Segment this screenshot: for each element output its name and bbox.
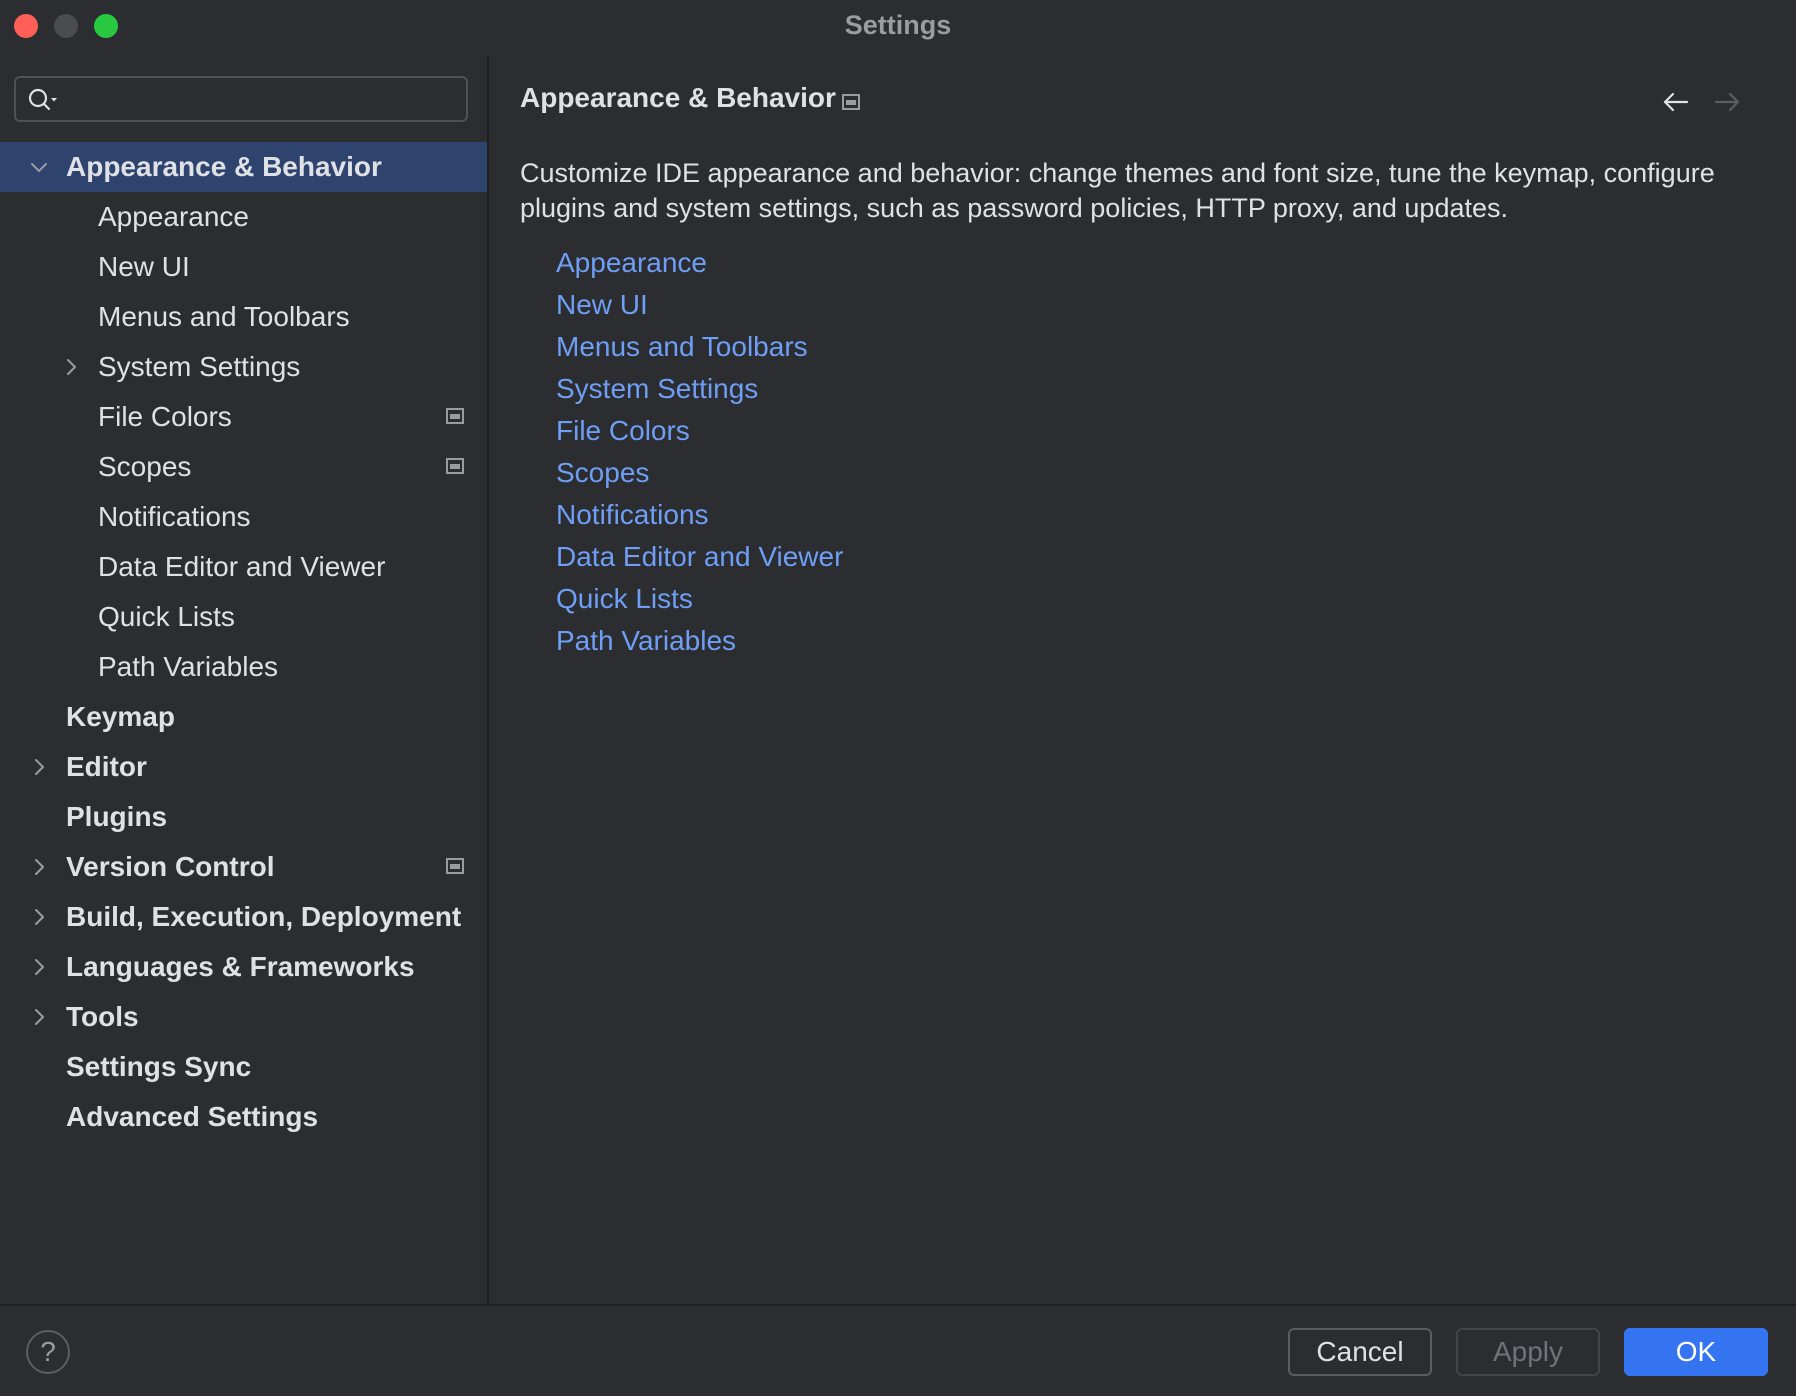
- tree-item-label: New UI: [98, 251, 190, 282]
- tree-item[interactable]: Version Control: [0, 842, 487, 892]
- subsection-link[interactable]: Quick Lists: [556, 578, 843, 620]
- tree-item-label: Advanced Settings: [66, 1101, 319, 1132]
- tree-item[interactable]: Plugins: [0, 792, 487, 842]
- chevron-down-icon[interactable]: [29, 157, 49, 177]
- tree-item-label: Editor: [66, 751, 147, 782]
- subsection-link[interactable]: Menus and Toolbars: [556, 326, 843, 368]
- tree-item[interactable]: Scopes: [0, 442, 487, 492]
- apply-button[interactable]: Apply: [1456, 1328, 1600, 1376]
- subsection-link[interactable]: New UI: [556, 284, 843, 326]
- tree-item-label: Appearance & Behavior: [66, 151, 382, 182]
- tree-item-label: Build, Execution, Deployment: [66, 901, 462, 932]
- chevron-right-icon[interactable]: [29, 1007, 49, 1027]
- forward-arrow-icon[interactable]: [1712, 90, 1742, 114]
- tree-item[interactable]: Appearance: [0, 192, 487, 242]
- tree-item[interactable]: Build, Execution, Deployment: [0, 892, 487, 942]
- tree-item-label: Settings Sync: [66, 1051, 252, 1082]
- project-scope-icon: [446, 858, 464, 874]
- settings-tree: Appearance & Behavior Appearance New UI Men…: [0, 142, 487, 1142]
- tree-item-label: Version Control: [66, 851, 275, 882]
- project-scope-icon: [842, 94, 860, 110]
- tree-item-label: Appearance: [98, 201, 250, 232]
- page-title: Appearance & Behavior: [520, 82, 836, 113]
- chevron-right-icon[interactable]: [61, 357, 81, 377]
- subsection-link[interactable]: Notifications: [556, 494, 843, 536]
- tree-item-label: Keymap: [66, 701, 175, 732]
- subsection-link[interactable]: Path Variables: [556, 620, 843, 662]
- window-title: Settings: [844, 10, 952, 40]
- ok-button[interactable]: OK: [1624, 1328, 1768, 1376]
- section-description: Customize IDE appearance and behavior: c…: [520, 158, 1715, 223]
- settings-content: Appearance & Behavior Customize IDE appe…: [489, 56, 1796, 1304]
- chevron-right-icon[interactable]: [29, 757, 49, 777]
- subsection-link[interactable]: System Settings: [556, 368, 843, 410]
- tree-item[interactable]: Tools: [0, 992, 487, 1042]
- tree-item[interactable]: Keymap: [0, 692, 487, 742]
- tree-item[interactable]: Languages & Frameworks: [0, 942, 487, 992]
- settings-sidebar: Appearance & Behavior Appearance New UI Men…: [0, 56, 489, 1304]
- tree-item[interactable]: Advanced Settings: [0, 1092, 487, 1142]
- chevron-right-icon[interactable]: [29, 957, 49, 977]
- tree-item-label: Languages & Frameworks: [66, 951, 415, 982]
- title-bar: Settings: [0, 0, 1796, 56]
- tree-item[interactable]: Quick Lists: [0, 592, 487, 642]
- subsection-link[interactable]: Appearance: [556, 242, 843, 284]
- cancel-button[interactable]: Cancel: [1288, 1328, 1432, 1376]
- tree-item-label: File Colors: [98, 401, 232, 432]
- tree-item[interactable]: Data Editor and Viewer: [0, 542, 487, 592]
- tree-item[interactable]: Path Variables: [0, 642, 487, 692]
- help-icon[interactable]: ?: [26, 1330, 70, 1374]
- tree-item[interactable]: Editor: [0, 742, 487, 792]
- project-scope-icon: [446, 408, 464, 424]
- tree-item-label: Data Editor and Viewer: [98, 551, 386, 582]
- tree-item[interactable]: Settings Sync: [0, 1042, 487, 1092]
- tree-item[interactable]: Menus and Toolbars: [0, 292, 487, 342]
- subsection-link[interactable]: Scopes: [556, 452, 843, 494]
- back-arrow-icon[interactable]: [1661, 90, 1691, 114]
- tree-item-label: Quick Lists: [98, 601, 235, 632]
- subsection-links: Appearance New UI Menus and Toolbars System…: [556, 242, 843, 662]
- subsection-link[interactable]: Data Editor and Viewer: [556, 536, 843, 578]
- search-icon: [28, 88, 57, 111]
- tree-item-label: Tools: [66, 1001, 139, 1032]
- settings-window: Settings Appearance & Behavior Appearance…: [0, 0, 1796, 1396]
- tree-item-label: Path Variables: [98, 651, 279, 682]
- tree-item-label: Menus and Toolbars: [98, 301, 350, 332]
- tree-item-label: Plugins: [66, 801, 168, 832]
- tree-item[interactable]: New UI: [0, 242, 487, 292]
- tree-item-label: System Settings: [98, 351, 301, 382]
- chevron-right-icon[interactable]: [29, 907, 49, 927]
- tree-item[interactable]: System Settings: [0, 342, 487, 392]
- tree-item-label: Scopes: [98, 451, 192, 482]
- chevron-right-icon[interactable]: [29, 857, 49, 877]
- tree-item[interactable]: File Colors: [0, 392, 487, 442]
- tree-item[interactable]: Appearance & Behavior: [0, 142, 487, 192]
- search-field[interactable]: [14, 76, 468, 122]
- tree-item[interactable]: Notifications: [0, 492, 487, 542]
- tree-item-label: Notifications: [98, 501, 251, 532]
- dialog-footer: ? Cancel Apply OK: [0, 1304, 1796, 1396]
- project-scope-icon: [446, 458, 464, 474]
- subsection-link[interactable]: File Colors: [556, 410, 843, 452]
